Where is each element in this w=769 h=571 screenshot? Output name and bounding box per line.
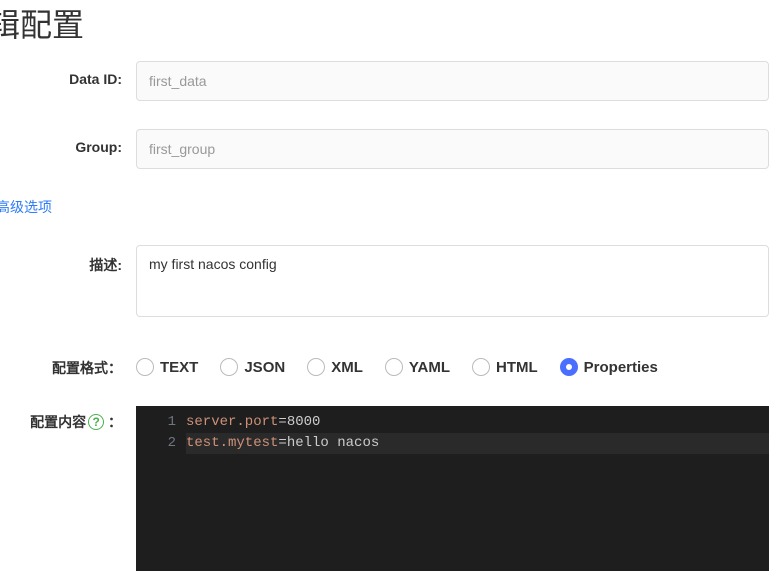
radio-circle-icon [560, 358, 578, 376]
radio-label: Properties [584, 359, 658, 376]
content-row: 配置内容 ? ： 12 server.port=8000test.mytest=… [0, 406, 769, 571]
format-radio-html[interactable]: HTML [472, 358, 538, 376]
group-label: Group: [0, 129, 136, 155]
content-label-text: 配置内容 [30, 412, 86, 432]
radio-circle-icon [136, 358, 154, 376]
radio-label: XML [331, 359, 363, 376]
format-radio-text[interactable]: TEXT [136, 358, 198, 376]
line-number: 2 [136, 433, 176, 454]
radio-label: HTML [496, 359, 538, 376]
help-icon[interactable]: ? [88, 414, 104, 430]
code-gutter: 12 [136, 406, 186, 571]
description-label: 描述: [0, 245, 136, 275]
format-radio-yaml[interactable]: YAML [385, 358, 450, 376]
code-editor[interactable]: 12 server.port=8000test.mytest=hello nac… [136, 406, 769, 571]
config-form: Data ID: Group: 高级选项 描述: my first nacos … [0, 61, 769, 571]
page-title: 辑配置 [0, 0, 769, 61]
format-label: 配置格式： [0, 350, 136, 378]
radio-circle-icon [307, 358, 325, 376]
radio-circle-icon [472, 358, 490, 376]
advanced-options-link[interactable]: 高级选项 [0, 197, 52, 217]
radio-label: JSON [244, 359, 285, 376]
format-radio-group: TEXT JSON XML YAML HTML Properties [136, 350, 769, 376]
group-row: Group: [0, 129, 769, 169]
radio-label: TEXT [160, 359, 198, 376]
content-label-colon: ： [108, 414, 122, 430]
data-id-input[interactable] [136, 61, 769, 101]
group-input[interactable] [136, 129, 769, 169]
radio-circle-icon [220, 358, 238, 376]
format-radio-properties[interactable]: Properties [560, 358, 658, 376]
code-line: server.port=8000 [186, 412, 769, 433]
description-row: 描述: my first nacos config [0, 245, 769, 322]
data-id-row: Data ID: [0, 61, 769, 101]
line-number: 1 [136, 412, 176, 433]
format-radio-xml[interactable]: XML [307, 358, 363, 376]
code-lines: server.port=8000test.mytest=hello nacos [186, 406, 769, 571]
content-label: 配置内容 ? ： [0, 406, 136, 432]
format-row: 配置格式： TEXT JSON XML YAML HTML Properties [0, 350, 769, 378]
radio-label: YAML [409, 359, 450, 376]
description-input[interactable]: my first nacos config [136, 245, 769, 317]
code-line: test.mytest=hello nacos [186, 433, 769, 454]
data-id-label: Data ID: [0, 61, 136, 87]
format-radio-json[interactable]: JSON [220, 358, 285, 376]
radio-circle-icon [385, 358, 403, 376]
